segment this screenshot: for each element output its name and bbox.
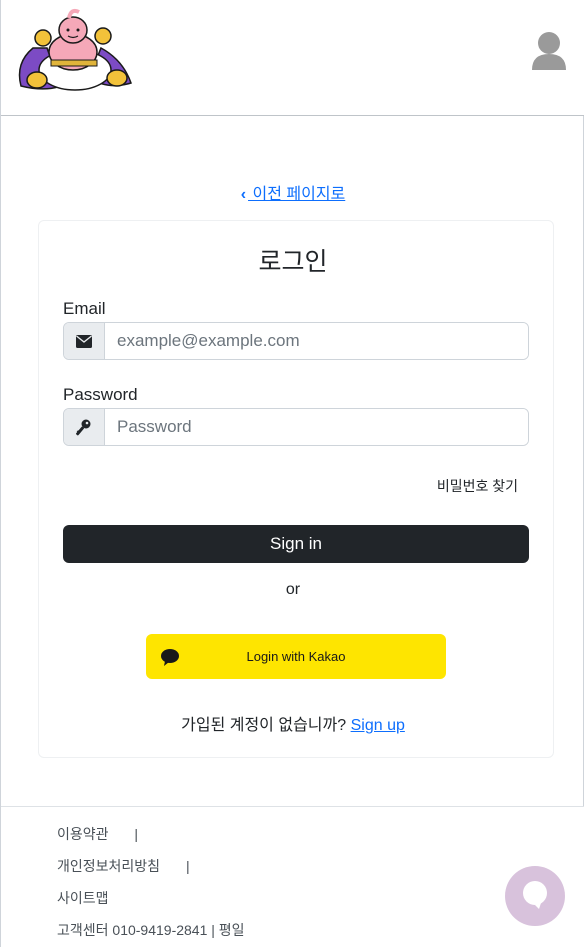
footer-terms-row: 이용약관 |	[57, 824, 138, 844]
or-divider: or	[285, 581, 301, 598]
envelope-icon	[64, 323, 105, 359]
back-link-row: ‹ 이전 페이지로	[1, 180, 584, 204]
footer-separator: |	[185, 858, 190, 874]
chevron-left-icon: ‹	[240, 186, 247, 203]
footer-separator: |	[134, 826, 139, 842]
customer-center-text: 고객센터 010-9419-2841 | 평일	[57, 922, 245, 938]
chat-button[interactable]	[505, 866, 565, 926]
kakao-login-button[interactable]: Login with Kakao	[146, 634, 446, 679]
email-input-group	[63, 322, 529, 360]
signup-row: 가입된 계정이 없습니까? Sign up	[1, 711, 584, 735]
password-label: Password	[63, 385, 138, 404]
privacy-link[interactable]: 개인정보처리방침	[57, 858, 160, 874]
password-field[interactable]	[105, 409, 528, 445]
footer-privacy-row: 개인정보처리방침 |	[57, 856, 190, 876]
signin-button[interactable]: Sign in	[63, 525, 529, 563]
user-icon[interactable]	[530, 30, 568, 70]
back-link[interactable]: ‹ 이전 페이지로	[241, 186, 346, 203]
email-field[interactable]	[105, 323, 528, 359]
page-title: 로그인	[258, 248, 328, 276]
kakao-login-label: Login with Kakao	[246, 649, 346, 664]
back-link-label: 이전 페이지로	[252, 186, 346, 203]
no-account-text: 가입된 계정이 없습니까?	[181, 717, 347, 734]
logo[interactable]	[13, 8, 137, 96]
terms-link[interactable]: 이용약관	[57, 826, 109, 842]
chat-bubble-icon	[520, 879, 550, 914]
email-label: Email	[63, 299, 106, 318]
signup-link[interactable]: Sign up	[351, 717, 405, 734]
site-header	[1, 0, 584, 116]
sitemap-link[interactable]: 사이트맵	[57, 888, 109, 908]
key-icon	[64, 409, 105, 445]
forgot-password-link[interactable]: 비밀번호 찾기	[437, 476, 518, 496]
password-input-group	[63, 408, 529, 446]
